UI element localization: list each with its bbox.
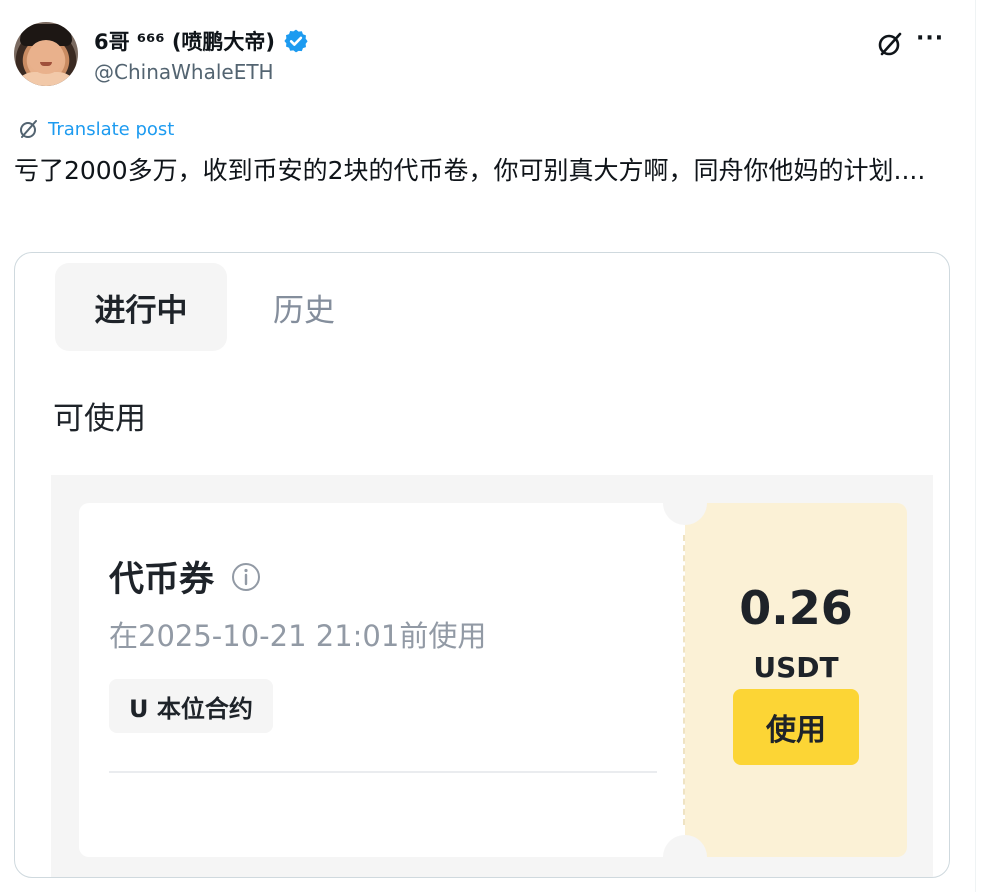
- coupon-unit: USDT: [753, 651, 839, 684]
- info-icon[interactable]: [230, 561, 262, 593]
- translate-post-link[interactable]: Translate post: [18, 118, 174, 140]
- coupon-perforation: [683, 535, 685, 825]
- coupon-amount: 0.26: [739, 581, 853, 635]
- translate-label[interactable]: Translate post: [48, 119, 174, 140]
- more-icon[interactable]: ···: [916, 26, 944, 51]
- coupon-product-tag: U 本位合约: [109, 679, 273, 733]
- tab-in-progress[interactable]: 进行中: [55, 263, 227, 351]
- tab-history[interactable]: 历史: [273, 285, 335, 330]
- grok-icon[interactable]: [876, 30, 904, 58]
- author-avatar[interactable]: [14, 22, 78, 86]
- coupon-card-body: 代币券 在2025-10-21 21:01前使用 U 本位合约: [79, 503, 685, 857]
- coupon-list: 代币券 在2025-10-21 21:01前使用 U 本位合约 0.26 USD…: [51, 475, 933, 877]
- author-name-row[interactable]: 6哥 ⁶⁶⁶ (喷鹏大帝): [94, 26, 309, 56]
- coupon-divider: [109, 771, 657, 773]
- post-media-image[interactable]: 进行中 历史 可使用 代币券 在2025-10-21 21:01前使用 U 本位…: [14, 252, 950, 878]
- timeline-border: [975, 0, 976, 892]
- coupon-expiry: 在2025-10-21 21:01前使用: [109, 619, 487, 653]
- coupon-notch-top: [663, 481, 707, 525]
- verified-badge-icon: [284, 29, 308, 53]
- translate-icon: [20, 120, 37, 138]
- coupon-title-row: 代币券: [109, 551, 262, 602]
- author-display-name[interactable]: 6哥 ⁶⁶⁶ (喷鹏大帝): [94, 26, 275, 56]
- post-text: 亏了2000多万，收到币安的2块的代币卷，你可别真大方啊，同舟你他妈的计划...…: [14, 156, 926, 185]
- use-coupon-button[interactable]: 使用: [733, 689, 859, 765]
- coupon-title: 代币券: [109, 560, 215, 600]
- section-available-label: 可使用: [53, 401, 146, 437]
- author-handle[interactable]: @ChinaWhaleETH: [94, 60, 274, 84]
- coupon-notch-bottom: [663, 835, 707, 877]
- coupon-value-panel: 0.26 USDT 使用: [685, 503, 907, 857]
